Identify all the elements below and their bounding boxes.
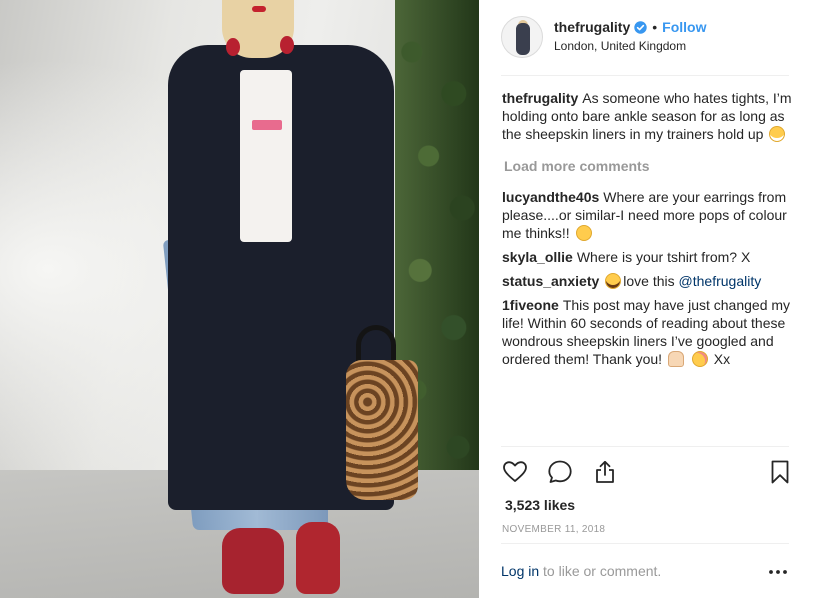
photo-leopard-bag xyxy=(346,360,418,500)
likes-count[interactable]: 3,523 likes xyxy=(505,497,575,513)
post-side-panel: thefrugality • Follow London, United Kin… xyxy=(479,0,813,598)
photo-shoe-left xyxy=(222,528,284,594)
login-link[interactable]: Log in xyxy=(501,563,539,579)
caption: thefrugality As someone who hates tights,… xyxy=(502,89,792,143)
header-separator: • xyxy=(652,19,658,35)
photo-earring-left xyxy=(226,38,240,56)
location-link[interactable]: London, United Kingdom xyxy=(554,39,706,53)
wink-emoji-icon xyxy=(575,225,592,241)
avatar-figure xyxy=(516,23,530,55)
load-more-comments-button[interactable]: Load more comments xyxy=(504,158,792,174)
header-text: thefrugality • Follow London, United Kin… xyxy=(554,18,706,53)
laughing-emoji-icon xyxy=(605,273,622,289)
comment-item: status_anxiety love this @thefrugality xyxy=(502,272,792,290)
bookmark-icon[interactable] xyxy=(766,458,794,486)
comment-item: lucyandthe40s Where are your earrings fro… xyxy=(502,188,792,242)
actions-divider xyxy=(501,446,789,447)
comments-list: thefrugality As someone who hates tights,… xyxy=(502,89,792,374)
photo-earring-right xyxy=(280,36,294,54)
comment-author[interactable]: status_anxiety xyxy=(502,273,599,289)
comment-author[interactable]: skyla_ollie xyxy=(502,249,573,265)
more-options-icon[interactable] xyxy=(767,564,789,580)
login-divider xyxy=(501,543,789,544)
avatar[interactable] xyxy=(501,16,543,58)
post-photo[interactable] xyxy=(0,0,479,598)
comment-text: love this xyxy=(623,273,675,289)
comment-text-end: Xx xyxy=(713,351,731,367)
post-date: NOVEMBER 11, 2018 xyxy=(502,524,606,535)
comment-author[interactable]: lucyandthe40s xyxy=(502,189,599,205)
photo-shoe-right xyxy=(296,522,340,594)
follow-button[interactable]: Follow xyxy=(662,19,706,35)
instagram-post: thefrugality • Follow London, United Kin… xyxy=(0,0,813,598)
caption-author[interactable]: thefrugality xyxy=(502,90,578,106)
post-actions xyxy=(501,458,791,486)
comment-bubble-icon[interactable] xyxy=(546,458,574,486)
share-icon[interactable] xyxy=(591,458,619,486)
login-prompt-text: to like or comment. xyxy=(543,563,662,579)
raised-hands-emoji-icon xyxy=(667,351,684,367)
comment-item: 1fiveone This post may have just changed … xyxy=(502,296,792,368)
photo-tshirt xyxy=(240,70,292,242)
header-line: thefrugality • Follow xyxy=(554,18,706,36)
photo-tshirt-print xyxy=(252,120,282,130)
comment-text: Where is your tshirt from? X xyxy=(576,249,751,265)
post-header: thefrugality • Follow London, United Kin… xyxy=(501,16,791,60)
smiling-emoji-icon xyxy=(691,351,708,367)
grimace-emoji-icon xyxy=(769,126,786,142)
username-link[interactable]: thefrugality xyxy=(554,19,630,35)
verified-badge-icon xyxy=(634,20,647,34)
comment-author[interactable]: 1fiveone xyxy=(502,297,559,313)
mention-link[interactable]: @thefrugality xyxy=(679,273,762,289)
login-prompt: Log in to like or comment. xyxy=(501,563,791,579)
photo-lips xyxy=(252,6,266,12)
header-divider xyxy=(501,75,789,76)
heart-icon[interactable] xyxy=(501,458,529,486)
comment-item: skyla_ollie Where is your tshirt from? X xyxy=(502,248,792,266)
